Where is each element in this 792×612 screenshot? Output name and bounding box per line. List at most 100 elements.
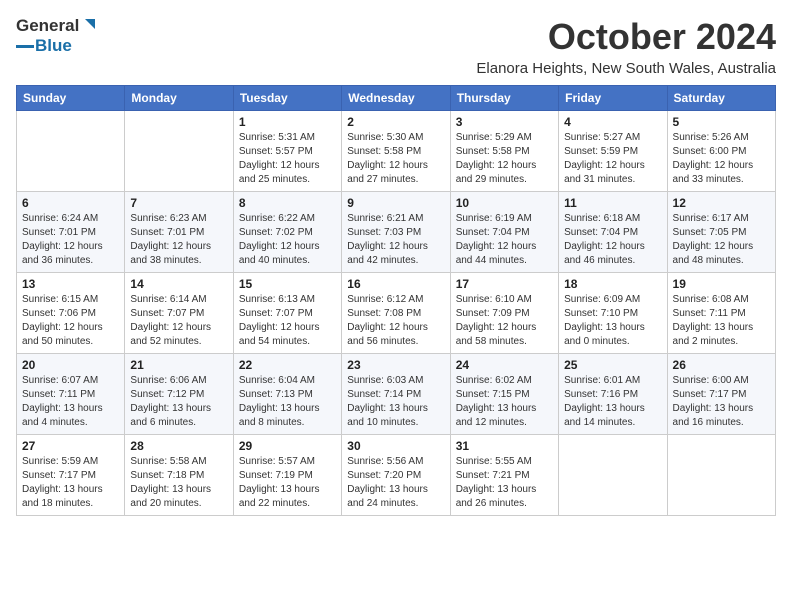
day-number: 17 [456,277,553,291]
calendar-cell: 24Sunrise: 6:02 AM Sunset: 7:15 PM Dayli… [450,354,558,435]
day-number: 31 [456,439,553,453]
day-number: 15 [239,277,336,291]
calendar-cell: 29 Sunrise: 5:57 AM Sunset: 7:19 PM Dayli… [233,435,341,516]
calendar-cell: 1 Sunrise: 5:31 AM Sunset: 5:57 PM Daylig… [233,111,341,192]
day-number: 20 [22,358,119,372]
calendar-cell: 13 Sunrise: 6:15 AM Sunset: 7:06 PM Dayli… [17,273,125,354]
day-info: Sunrise: 5:30 AM Sunset: 5:58 PM Dayligh… [347,131,444,187]
calendar-cell: 31 Sunrise: 5:55 AM Sunset: 7:21 PM Dayli… [450,435,558,516]
logo-arrow-icon [79,17,97,35]
calendar-header-sunday: Sunday [17,86,125,111]
calendar-week-5: 27Sunrise: 5:59 AM Sunset: 7:17 PM Dayli… [17,435,776,516]
day-info: Sunrise: 6:24 AM Sunset: 7:01 PM Dayligh… [22,212,119,268]
calendar-header-friday: Friday [559,86,667,111]
day-number: 10 [456,196,553,210]
day-info: Sunrise: 6:07 AM Sunset: 7:11 PM Dayligh… [22,374,119,430]
logo: General Blue [16,16,97,56]
calendar-cell: 8 Sunrise: 6:22 AM Sunset: 7:02 PM Daylig… [233,192,341,273]
calendar-cell: 18 Sunrise: 6:09 AM Sunset: 7:10 PM Dayli… [559,273,667,354]
day-info: Sunrise: 5:31 AM Sunset: 5:57 PM Dayligh… [239,131,336,187]
calendar-cell: 2 Sunrise: 5:30 AM Sunset: 5:58 PM Daylig… [342,111,450,192]
calendar-header-row: SundayMondayTuesdayWednesdayThursdayFrid… [17,86,776,111]
day-info: Sunrise: 6:06 AM Sunset: 7:12 PM Dayligh… [130,374,227,430]
day-number: 5 [673,115,770,129]
day-number: 2 [347,115,444,129]
day-number: 11 [564,196,661,210]
day-number: 19 [673,277,770,291]
day-info: Sunrise: 6:17 AM Sunset: 7:05 PM Dayligh… [673,212,770,268]
day-info: Sunrise: 6:03 AM Sunset: 7:14 PM Dayligh… [347,374,444,430]
day-number: 26 [673,358,770,372]
calendar-header-saturday: Saturday [667,86,775,111]
calendar-body: 1 Sunrise: 5:31 AM Sunset: 5:57 PM Daylig… [17,111,776,516]
calendar-cell: 16Sunrise: 6:12 AM Sunset: 7:08 PM Dayli… [342,273,450,354]
calendar-cell: 22 Sunrise: 6:04 AM Sunset: 7:13 PM Dayli… [233,354,341,435]
day-number: 13 [22,277,119,291]
day-info: Sunrise: 6:04 AM Sunset: 7:13 PM Dayligh… [239,374,336,430]
day-number: 1 [239,115,336,129]
calendar-header-wednesday: Wednesday [342,86,450,111]
day-number: 25 [564,358,661,372]
day-info: Sunrise: 6:19 AM Sunset: 7:04 PM Dayligh… [456,212,553,268]
calendar-cell: 9 Sunrise: 6:21 AM Sunset: 7:03 PM Daylig… [342,192,450,273]
day-info: Sunrise: 6:01 AM Sunset: 7:16 PM Dayligh… [564,374,661,430]
day-info: Sunrise: 6:09 AM Sunset: 7:10 PM Dayligh… [564,293,661,349]
day-number: 14 [130,277,227,291]
calendar-cell: 3Sunrise: 5:29 AM Sunset: 5:58 PM Daylig… [450,111,558,192]
day-info: Sunrise: 6:14 AM Sunset: 7:07 PM Dayligh… [130,293,227,349]
calendar-cell: 20 Sunrise: 6:07 AM Sunset: 7:11 PM Dayli… [17,354,125,435]
calendar-cell: 6 Sunrise: 6:24 AM Sunset: 7:01 PM Daylig… [17,192,125,273]
calendar-cell: 7Sunrise: 6:23 AM Sunset: 7:01 PM Daylig… [125,192,233,273]
day-info: Sunrise: 5:27 AM Sunset: 5:59 PM Dayligh… [564,131,661,187]
day-info: Sunrise: 5:56 AM Sunset: 7:20 PM Dayligh… [347,455,444,511]
day-number: 9 [347,196,444,210]
calendar-cell: 23 Sunrise: 6:03 AM Sunset: 7:14 PM Dayli… [342,354,450,435]
calendar-week-2: 6 Sunrise: 6:24 AM Sunset: 7:01 PM Daylig… [17,192,776,273]
day-info: Sunrise: 5:59 AM Sunset: 7:17 PM Dayligh… [22,455,119,511]
calendar-cell: 5 Sunrise: 5:26 AM Sunset: 6:00 PM Daylig… [667,111,775,192]
day-number: 18 [564,277,661,291]
day-info: Sunrise: 5:55 AM Sunset: 7:21 PM Dayligh… [456,455,553,511]
calendar-cell: 17Sunrise: 6:10 AM Sunset: 7:09 PM Dayli… [450,273,558,354]
calendar-cell: 28Sunrise: 5:58 AM Sunset: 7:18 PM Dayli… [125,435,233,516]
day-number: 3 [456,115,553,129]
day-number: 8 [239,196,336,210]
day-info: Sunrise: 6:18 AM Sunset: 7:04 PM Dayligh… [564,212,661,268]
day-info: Sunrise: 5:26 AM Sunset: 6:00 PM Dayligh… [673,131,770,187]
calendar-cell [667,435,775,516]
day-info: Sunrise: 6:15 AM Sunset: 7:06 PM Dayligh… [22,293,119,349]
day-info: Sunrise: 6:13 AM Sunset: 7:07 PM Dayligh… [239,293,336,349]
calendar-cell: 26 Sunrise: 6:00 AM Sunset: 7:17 PM Dayli… [667,354,775,435]
calendar-cell [559,435,667,516]
day-number: 6 [22,196,119,210]
calendar-cell: 30 Sunrise: 5:56 AM Sunset: 7:20 PM Dayli… [342,435,450,516]
day-number: 7 [130,196,227,210]
day-number: 24 [456,358,553,372]
day-info: Sunrise: 6:12 AM Sunset: 7:08 PM Dayligh… [347,293,444,349]
calendar-week-1: 1 Sunrise: 5:31 AM Sunset: 5:57 PM Daylig… [17,111,776,192]
day-info: Sunrise: 6:21 AM Sunset: 7:03 PM Dayligh… [347,212,444,268]
calendar-cell: 21Sunrise: 6:06 AM Sunset: 7:12 PM Dayli… [125,354,233,435]
day-number: 23 [347,358,444,372]
calendar-cell [17,111,125,192]
calendar-header-thursday: Thursday [450,86,558,111]
day-info: Sunrise: 6:22 AM Sunset: 7:02 PM Dayligh… [239,212,336,268]
calendar-week-3: 13 Sunrise: 6:15 AM Sunset: 7:06 PM Dayli… [17,273,776,354]
calendar-cell: 10 Sunrise: 6:19 AM Sunset: 7:04 PM Dayli… [450,192,558,273]
calendar-header-monday: Monday [125,86,233,111]
title-section: October 2024 Elanora Heights, New South … [476,16,776,77]
calendar-week-4: 20 Sunrise: 6:07 AM Sunset: 7:11 PM Dayli… [17,354,776,435]
calendar-cell: 15 Sunrise: 6:13 AM Sunset: 7:07 PM Dayli… [233,273,341,354]
day-info: Sunrise: 5:58 AM Sunset: 7:18 PM Dayligh… [130,455,227,511]
day-number: 29 [239,439,336,453]
day-info: Sunrise: 6:00 AM Sunset: 7:17 PM Dayligh… [673,374,770,430]
day-info: Sunrise: 6:08 AM Sunset: 7:11 PM Dayligh… [673,293,770,349]
location-title: Elanora Heights, New South Wales, Austra… [476,60,776,77]
day-number: 30 [347,439,444,453]
day-info: Sunrise: 5:57 AM Sunset: 7:19 PM Dayligh… [239,455,336,511]
day-number: 12 [673,196,770,210]
month-title: October 2024 [476,16,776,58]
day-number: 22 [239,358,336,372]
calendar-cell: 4Sunrise: 5:27 AM Sunset: 5:59 PM Daylig… [559,111,667,192]
page-header: General Blue October 2024 Elanora Height… [16,16,776,77]
